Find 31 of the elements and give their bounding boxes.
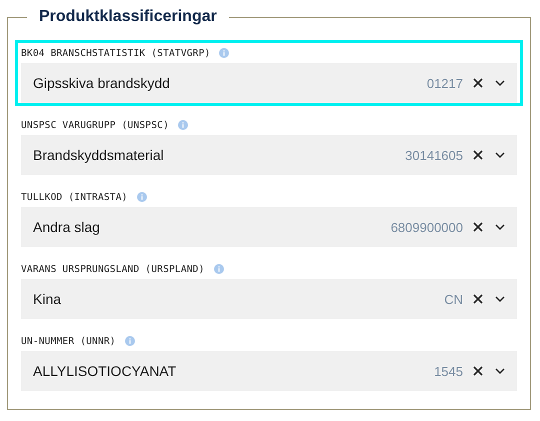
- field-value: Brandskyddsmaterial: [33, 147, 165, 163]
- field-code: 1545: [434, 364, 463, 378]
- select-field[interactable]: ALLYLISOTIOCYANAT 1545: [21, 351, 517, 391]
- select-field[interactable]: Brandskyddsmaterial 30141605: [21, 135, 517, 175]
- clear-icon[interactable]: [473, 294, 483, 304]
- field-label: TULLKOD (INTRASTA): [21, 192, 128, 202]
- chevron-down-icon[interactable]: [495, 296, 505, 302]
- chevron-down-icon[interactable]: [495, 368, 505, 374]
- field-code: 6809900000: [390, 220, 463, 234]
- clear-icon[interactable]: [473, 150, 483, 160]
- clear-icon[interactable]: [473, 222, 483, 232]
- field-label: VARANS URSPRUNGSLAND (URSPLAND): [21, 264, 205, 274]
- field-code: 30141605: [405, 148, 463, 162]
- select-field[interactable]: Andra slag 6809900000: [21, 207, 517, 247]
- select-field[interactable]: Kina CN: [21, 279, 517, 319]
- chevron-down-icon[interactable]: [495, 152, 505, 158]
- chevron-down-icon[interactable]: [495, 80, 505, 86]
- field-value: Kina: [33, 291, 62, 307]
- select-field[interactable]: Gipsskiva brandskydd 01217: [21, 63, 517, 103]
- section-title: Produktklassificeringar: [38, 8, 218, 26]
- clear-icon[interactable]: [473, 78, 483, 88]
- chevron-down-icon[interactable]: [495, 224, 505, 230]
- field-value: ALLYLISOTIOCYANAT: [33, 363, 178, 379]
- field-label: BK04 BRANSCHSTATISTIK (STATVGRP): [21, 48, 210, 58]
- field-value: Andra slag: [33, 219, 101, 235]
- field-code: CN: [444, 292, 463, 306]
- field-label: UN-NUMMER (UNNR): [21, 336, 116, 346]
- field-label: UNSPSC VARUGRUPP (UNSPSC): [21, 120, 169, 130]
- field-code: 01217: [426, 76, 463, 90]
- field-value: Gipsskiva brandskydd: [33, 75, 171, 91]
- clear-icon[interactable]: [473, 366, 483, 376]
